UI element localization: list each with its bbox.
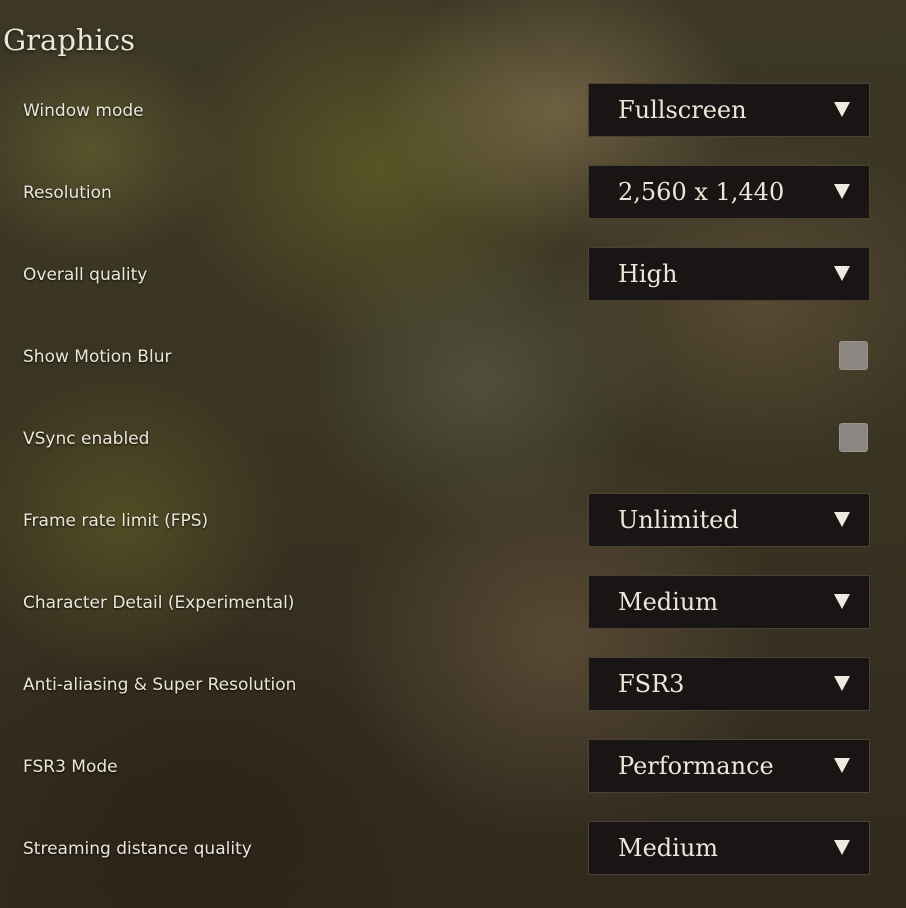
setting-row-motion-blur: Show Motion Blur <box>0 329 906 385</box>
streaming-distance-dropdown[interactable]: Medium <box>588 821 870 875</box>
vsync-checkbox[interactable] <box>839 423 868 452</box>
anti-aliasing-label: Anti-aliasing & Super Resolution <box>23 675 297 695</box>
setting-row-overall-quality: Overall quality High <box>0 247 906 303</box>
frame-rate-limit-dropdown[interactable]: Unlimited <box>588 493 870 547</box>
resolution-dropdown[interactable]: 2,560 x 1,440 <box>588 165 870 219</box>
page-title: Graphics <box>3 23 135 57</box>
overall-quality-dropdown[interactable]: High <box>588 247 870 301</box>
resolution-value: 2,560 x 1,440 <box>618 178 785 206</box>
setting-row-frame-rate-limit: Frame rate limit (FPS) Unlimited <box>0 493 906 549</box>
setting-row-vsync: VSync enabled <box>0 411 906 467</box>
frame-rate-limit-value: Unlimited <box>618 506 739 534</box>
dropdown-arrow-icon <box>834 512 850 527</box>
streaming-distance-value: Medium <box>618 834 719 862</box>
character-detail-label: Character Detail (Experimental) <box>23 593 295 613</box>
dropdown-arrow-icon <box>834 758 850 773</box>
dropdown-arrow-icon <box>834 266 850 281</box>
setting-row-fsr3-mode: FSR3 Mode Performance <box>0 739 906 795</box>
fsr3-mode-dropdown[interactable]: Performance <box>588 739 870 793</box>
dropdown-arrow-icon <box>834 184 850 199</box>
setting-row-character-detail: Character Detail (Experimental) Medium <box>0 575 906 631</box>
character-detail-value: Medium <box>618 588 719 616</box>
dropdown-arrow-icon <box>834 840 850 855</box>
streaming-distance-label: Streaming distance quality <box>23 839 252 859</box>
character-detail-dropdown[interactable]: Medium <box>588 575 870 629</box>
window-mode-dropdown[interactable]: Fullscreen <box>588 83 870 137</box>
window-mode-value: Fullscreen <box>618 96 747 124</box>
fsr3-mode-value: Performance <box>618 752 774 780</box>
overall-quality-label: Overall quality <box>23 265 148 285</box>
motion-blur-checkbox[interactable] <box>839 341 868 370</box>
anti-aliasing-dropdown[interactable]: FSR3 <box>588 657 870 711</box>
setting-row-streaming-distance: Streaming distance quality Medium <box>0 821 906 877</box>
frame-rate-limit-label: Frame rate limit (FPS) <box>23 511 209 531</box>
motion-blur-label: Show Motion Blur <box>23 347 172 367</box>
window-mode-label: Window mode <box>23 101 144 121</box>
fsr3-mode-label: FSR3 Mode <box>23 757 118 777</box>
dropdown-arrow-icon <box>834 594 850 609</box>
dropdown-arrow-icon <box>834 676 850 691</box>
setting-row-anti-aliasing: Anti-aliasing & Super Resolution FSR3 <box>0 657 906 713</box>
vsync-label: VSync enabled <box>23 429 150 449</box>
anti-aliasing-value: FSR3 <box>618 670 685 698</box>
resolution-label: Resolution <box>23 183 112 203</box>
setting-row-resolution: Resolution 2,560 x 1,440 <box>0 165 906 221</box>
setting-row-window-mode: Window mode Fullscreen <box>0 83 906 139</box>
overall-quality-value: High <box>618 260 678 288</box>
dropdown-arrow-icon <box>834 102 850 117</box>
